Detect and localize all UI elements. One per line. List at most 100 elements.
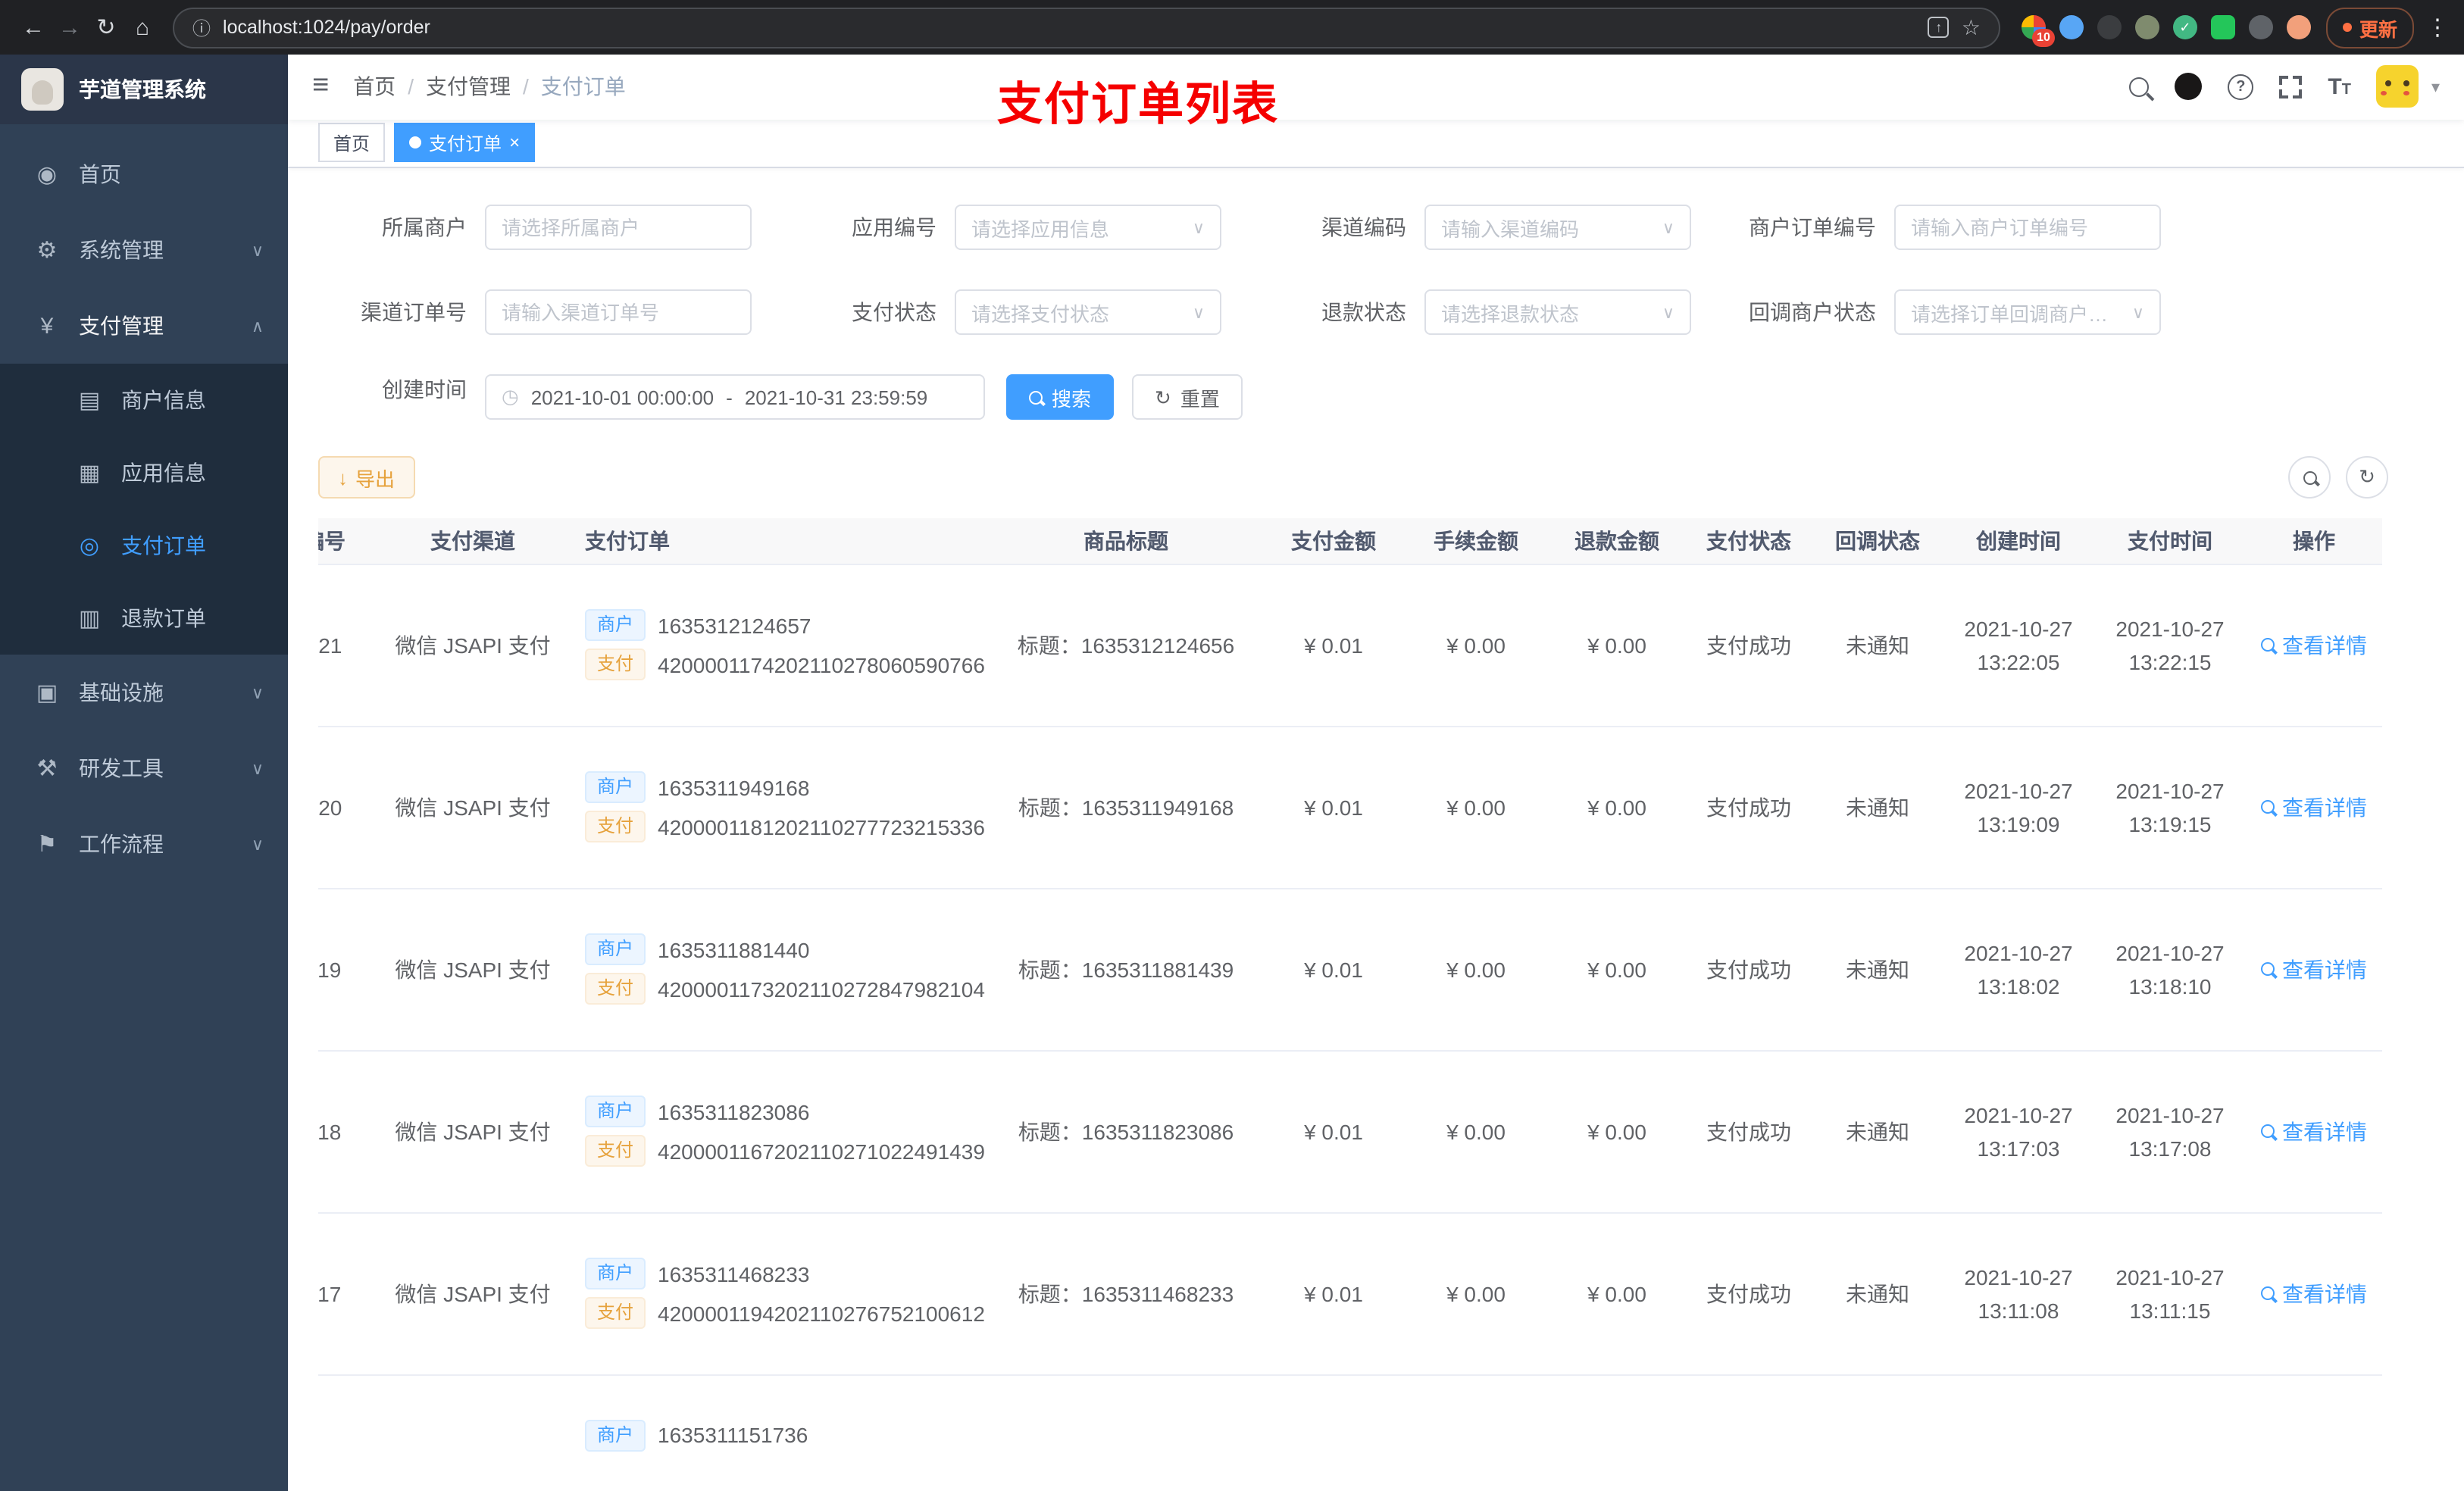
target-icon: ◎ bbox=[79, 533, 100, 559]
chevron-down-icon: ∨ bbox=[251, 242, 264, 260]
sidebar-item-payment[interactable]: ¥ 支付管理 ∧ bbox=[0, 288, 288, 364]
filter-label: 回调商户状态 bbox=[1749, 300, 1876, 325]
chevron-down-icon: ∨ bbox=[251, 836, 264, 854]
filter-form: 所属商户 应用编号 请选择应用信息∨ 渠道编码 请输入渠道编码∨ 商户订单 bbox=[318, 205, 2434, 420]
extension-icon[interactable] bbox=[2134, 15, 2159, 39]
view-detail-link[interactable]: 查看详情 bbox=[2261, 1117, 2367, 1147]
site-info-icon[interactable]: ⓘ bbox=[192, 14, 211, 40]
header-actions: ? TT ▾ bbox=[2129, 65, 2440, 108]
select-placeholder: 请选择支付状态 bbox=[971, 302, 1110, 326]
close-icon[interactable]: × bbox=[509, 134, 520, 152]
date-start: 2021-10-01 00:00:00 bbox=[530, 386, 714, 409]
pay-status-select[interactable]: 请选择支付状态 ∨ bbox=[955, 289, 1221, 336]
sidebar-item-dev-tools[interactable]: ⚒ 研发工具 ∨ bbox=[0, 730, 288, 806]
browser-back-icon[interactable]: ← bbox=[15, 14, 52, 40]
address-bar[interactable]: ⓘ localhost:1024/pay/order ↑ ☆ bbox=[173, 7, 2000, 48]
fullscreen-icon[interactable] bbox=[2279, 75, 2303, 98]
order-no-cell: 商户 1635311468233 支付 42000011942021102767… bbox=[570, 1212, 988, 1376]
merchant-select[interactable] bbox=[485, 205, 752, 251]
collapse-sidebar-icon[interactable]: ≡ bbox=[312, 70, 329, 104]
title-cell: 标题：1635311468233 bbox=[988, 1212, 1264, 1376]
sidebar-item-infrastructure[interactable]: ▣ 基础设施 ∨ bbox=[0, 655, 288, 730]
profile-avatar-icon[interactable] bbox=[2286, 15, 2311, 39]
channel-cell: 微信 JSAPI 支付 bbox=[376, 564, 570, 727]
github-icon[interactable] bbox=[2175, 73, 2203, 101]
notify-cell: 未通知 bbox=[1812, 726, 1943, 889]
merchant-order-no: 1635311151736 bbox=[658, 1423, 808, 1448]
filter-label: 商户订单编号 bbox=[1749, 215, 1876, 240]
sidebar-item-merchant-info[interactable]: ▤ 商户信息 bbox=[0, 364, 288, 436]
sidebar-item-workflow[interactable]: ⚑ 工作流程 ∨ bbox=[0, 806, 288, 882]
create-time-range-picker[interactable]: ◷ 2021-10-01 00:00:00 - 2021-10-31 23:59… bbox=[485, 374, 985, 420]
view-detail-label: 查看详情 bbox=[2282, 633, 2367, 658]
sidebar-item-refund-order[interactable]: ▥ 退款订单 bbox=[0, 582, 288, 655]
create-time-cell: 2021-10-27 13:17:03 bbox=[1943, 1050, 2094, 1214]
help-icon[interactable]: ? bbox=[2228, 73, 2254, 100]
col-fee: 手续金额 bbox=[1403, 518, 1549, 565]
export-button[interactable]: ↓ 导出 bbox=[318, 456, 415, 499]
user-avatar[interactable] bbox=[2376, 65, 2419, 108]
flag-icon: ⚑ bbox=[36, 832, 58, 858]
update-button[interactable]: 更新 bbox=[2325, 7, 2414, 48]
refund-status-select[interactable]: 请选择退款状态 ∨ bbox=[1424, 289, 1691, 336]
tags-view: 首页 支付订单 × bbox=[288, 119, 2464, 169]
channel-order-no-input[interactable] bbox=[485, 289, 752, 336]
browser-chrome: ← → ↻ ⌂ ⓘ localhost:1024/pay/order ↑ ☆ 1… bbox=[0, 0, 2464, 55]
view-detail-link[interactable]: 查看详情 bbox=[2261, 1279, 2367, 1309]
view-detail-link[interactable]: 查看详情 bbox=[2261, 955, 2367, 985]
pay-order-no: 4200001173202110272847982104 bbox=[658, 977, 985, 1002]
merchant-order-no-input[interactable] bbox=[1894, 205, 2161, 251]
refresh-table-button[interactable]: ↻ bbox=[2346, 456, 2388, 499]
merchant-order-no: 1635312124657 bbox=[658, 613, 811, 638]
font-size-large: T bbox=[2328, 73, 2342, 100]
avatar-caret-icon[interactable]: ▾ bbox=[2431, 77, 2440, 97]
notify-status-select[interactable]: 请选择订单回调商户状态 ∨ bbox=[1894, 289, 2161, 336]
action-cell: 查看详情 bbox=[2246, 888, 2382, 1052]
notify-cell: 未通知 bbox=[1812, 1212, 1943, 1376]
extension-icon[interactable] bbox=[2059, 15, 2084, 39]
select-placeholder: 请选择退款状态 bbox=[1441, 302, 1580, 326]
sidebar-item-label: 应用信息 bbox=[121, 461, 206, 485]
view-detail-link[interactable]: 查看详情 bbox=[2261, 630, 2367, 661]
reset-button[interactable]: ↻ 重置 bbox=[1132, 374, 1243, 420]
app-id-select[interactable]: 请选择应用信息 ∨ bbox=[955, 205, 1221, 251]
notify-cell: 未通知 bbox=[1812, 564, 1943, 727]
browser-forward-icon[interactable]: → bbox=[52, 14, 88, 40]
browser-menu-icon[interactable]: ⋮ bbox=[2426, 14, 2449, 41]
sidebar-item-app-info[interactable]: ▦ 应用信息 bbox=[0, 436, 288, 509]
tab-home[interactable]: 首页 bbox=[318, 123, 386, 163]
breadcrumb-home[interactable]: 首页 bbox=[353, 72, 396, 102]
share-icon[interactable]: ↑ bbox=[1928, 17, 1950, 38]
extension-icon[interactable] bbox=[2210, 15, 2235, 39]
bookmark-star-icon[interactable]: ☆ bbox=[1962, 14, 1981, 40]
breadcrumb-payment[interactable]: 支付管理 bbox=[426, 72, 511, 102]
sidebar-item-label: 工作流程 bbox=[79, 832, 164, 856]
screen: ← → ↻ ⌂ ⓘ localhost:1024/pay/order ↑ ☆ 1… bbox=[0, 0, 2464, 1491]
view-detail-link[interactable]: 查看详情 bbox=[2261, 792, 2367, 823]
fee-cell: ¥ 0.00 bbox=[1403, 1050, 1549, 1214]
gear-icon: ⚙ bbox=[36, 238, 58, 264]
toggle-search-button[interactable] bbox=[2288, 456, 2331, 499]
search-icon[interactable] bbox=[2129, 77, 2150, 97]
browser-home-icon[interactable]: ⌂ bbox=[124, 14, 161, 40]
notify-cell: 未通知 bbox=[1812, 1050, 1943, 1214]
extension-icon[interactable]: 10 bbox=[2021, 15, 2055, 47]
pin-icon[interactable] bbox=[2248, 15, 2273, 39]
channel-code-select[interactable]: 请输入渠道编码 ∨ bbox=[1424, 205, 1691, 251]
extension-icon[interactable] bbox=[2097, 15, 2122, 39]
font-size-icon[interactable]: TT bbox=[2328, 76, 2351, 98]
sidebar-item-system[interactable]: ⚙ 系统管理 ∨ bbox=[0, 212, 288, 288]
merchant-tag: 商户 bbox=[585, 933, 646, 966]
col-id: 编号 bbox=[318, 518, 376, 565]
browser-reload-icon[interactable]: ↻ bbox=[88, 14, 124, 41]
export-label: 导出 bbox=[355, 467, 396, 491]
order-id-cell: 118 bbox=[318, 1050, 376, 1214]
sidebar-item-home[interactable]: ◉ 首页 bbox=[0, 136, 288, 212]
search-button[interactable]: 搜索 bbox=[1006, 374, 1115, 420]
chevron-down-icon: ∨ bbox=[251, 684, 264, 702]
breadcrumb: 首页 / 支付管理 / 支付订单 bbox=[353, 72, 626, 102]
extension-icon[interactable]: ✓ bbox=[2172, 15, 2197, 39]
tab-pay-order[interactable]: 支付订单 × bbox=[394, 123, 536, 163]
sidebar-item-pay-order[interactable]: ◎ 支付订单 bbox=[0, 509, 288, 582]
merchant-tag: 商户 bbox=[585, 1419, 646, 1452]
